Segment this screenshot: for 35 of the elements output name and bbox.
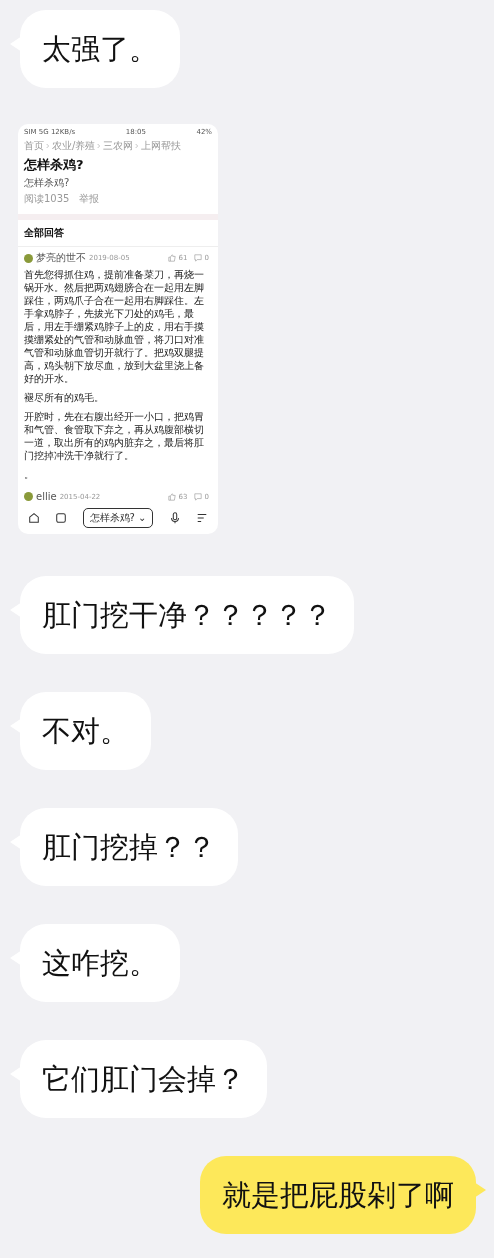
avatar [24, 492, 33, 501]
answer-paragraph: 。 [24, 468, 35, 481]
square-icon[interactable] [55, 512, 68, 524]
breadcrumb-link[interactable]: 三农网 [103, 139, 134, 153]
message-bubble: 这咋挖。 [20, 924, 180, 1002]
menu-icon[interactable] [196, 512, 208, 524]
breadcrumb-link[interactable]: 上网帮扶 [141, 139, 182, 153]
question-text: 怎样杀鸡? [23, 176, 71, 190]
author-name[interactable]: ellie [36, 491, 57, 502]
avatar [24, 253, 33, 263]
message-bubble: 肛门挖掉？？ [20, 808, 238, 886]
chevron-icon [97, 143, 102, 149]
author-name[interactable]: 梦亮的世不 [36, 251, 86, 265]
answer-paragraph: 褪尽所有的鸡毛。 [24, 391, 105, 404]
answers-heading: 全部回答 [18, 224, 218, 247]
message-bubble: 肛门挖干净？？？？？ [20, 576, 354, 654]
search-button[interactable]: 怎样杀鸡? ⌄ [82, 508, 154, 528]
thumbs-up-icon[interactable] [167, 492, 176, 501]
question-title: 怎样杀鸡? [23, 156, 85, 174]
home-icon[interactable] [28, 512, 40, 524]
message-bubble: 就是把屁股剁了啊 [200, 1156, 476, 1234]
answer-paragraph: 首先您得抓住鸡，提前准备菜刀，再烧一锅开水。然后把两鸡翅膀合在一起用左脚踩住，两鸡爪子合在一起用右脚踩住。左手拿鸡脖子，先拔光下刀处的鸡毛，最后，用左手绷紧鸡脖子上的皮，用右手摸摸绷紧处的气管和动脉血管，将刀口对准气管和动脉血管切开就行了。把鸡双腿提高，鸡头朝下放尽血，放到大盆里浇上备好的开水。 [24, 268, 205, 385]
breadcrumb-link[interactable]: 农业/养殖 [52, 139, 96, 153]
breadcrumb-link[interactable]: 首页 [24, 139, 44, 153]
message-bubble: 不对。 [20, 692, 151, 770]
message-bubble: 它们肛门会掉？ [20, 1040, 267, 1118]
microphone-icon[interactable] [168, 512, 181, 524]
message-bubble: 太强了。 [20, 10, 180, 88]
bubble-tail [474, 1182, 486, 1198]
report-link[interactable]: 举报 [79, 192, 100, 206]
thumbs-up-icon[interactable] [167, 254, 176, 262]
chevron-icon [46, 143, 50, 149]
chevron-icon [135, 143, 140, 149]
view-count: 阅读1035 [24, 192, 70, 206]
answer-paragraph: 开腔时，先在右腹出经开一小口，把鸡胃和气管、食管取下弃之，再从鸡腹部横切一道，取出所有的鸡内脏弃之，最后将肛门挖掉冲洗干净就行了。 [24, 410, 205, 462]
